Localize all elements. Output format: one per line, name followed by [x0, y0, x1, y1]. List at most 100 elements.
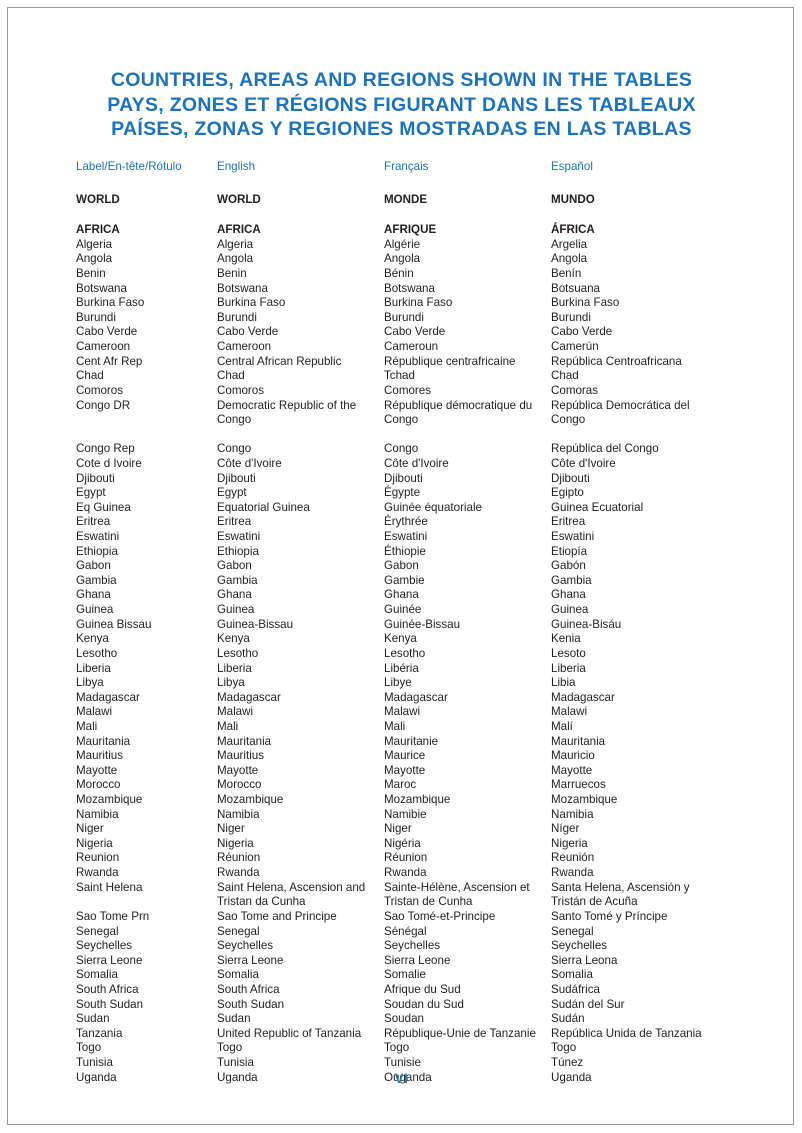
cell-spanish: Etiopía — [551, 544, 588, 558]
cell-spanish: Guinea-Bisáu — [551, 617, 622, 631]
cell-label: Angola — [76, 252, 113, 266]
cell-label: Eswatini — [76, 530, 120, 544]
cell-french: AFRIQUE — [384, 223, 437, 237]
cell-label: Congo DR — [76, 398, 131, 412]
table-row: Senegal Senegal Sénégal Senegal — [76, 925, 776, 940]
table-row: Guinea Bissau Guinea-Bissau Guinée-Bissau G… — [76, 618, 776, 633]
table-row: Lesotho Lesotho Lesotho Lesoto — [76, 647, 776, 662]
cell-english: Sao Tome and Principe — [217, 909, 337, 923]
cell-english: Mayotte — [217, 763, 259, 777]
table-row: Nigeria Nigeria Nigéria Nigeria — [76, 837, 776, 852]
cell-spanish: Madagascar — [551, 690, 615, 704]
cell-spanish: Eritrea — [551, 515, 586, 529]
cell-english: Nigeria — [217, 836, 254, 850]
document-page: COUNTRIES, AREAS AND REGIONS SHOWN IN TH… — [7, 7, 794, 1125]
page-title: COUNTRIES, AREAS AND REGIONS SHOWN IN TH… — [8, 68, 793, 142]
cell-label: Seychelles — [76, 939, 133, 953]
cell-french: Réunion — [384, 851, 428, 865]
table-row: Eswatini Eswatini Eswatini Eswatini — [76, 530, 776, 545]
table-row: WORLD WORLD MONDE MUNDO — [76, 193, 776, 208]
table-row: Botswana Botswana Botswana Botsuana — [76, 282, 776, 297]
cell-label: Morocco — [76, 778, 121, 792]
cell-spanish: República del Congo — [551, 442, 659, 456]
cell-french: Niger — [384, 822, 412, 836]
cell-french: République démocratique du Congo — [384, 398, 533, 427]
cell-french: Afrique du Sud — [384, 982, 461, 996]
cell-spanish: Malí — [551, 719, 573, 733]
cell-spanish: Argelia — [551, 237, 588, 251]
cell-english: United Republic of Tanzania — [217, 1026, 362, 1040]
cell-label: Benin — [76, 267, 106, 281]
table-row: Sudan Sudan Soudan Sudán — [76, 1012, 776, 1027]
table-row: South Africa South Africa Afrique du Sud Su… — [76, 983, 776, 998]
column-header-french: Français — [384, 160, 429, 173]
cell-french: Mauritanie — [384, 734, 439, 748]
cell-french: Maroc — [384, 778, 417, 792]
cell-label: AFRICA — [76, 223, 120, 237]
cell-french: Mali — [384, 719, 406, 733]
cell-french: Togo — [384, 1041, 410, 1055]
table-row: Tanzania United Republic of Tanzania Répub… — [76, 1027, 776, 1042]
cell-english: Mozambique — [217, 793, 284, 806]
cell-label: Ethiopia — [76, 544, 118, 558]
table-row: Libya Libya Libye Libia — [76, 676, 776, 691]
column-header-spanish: Español — [551, 160, 593, 173]
cell-french: République-Unie de Tanzanie — [384, 1026, 536, 1040]
cell-french: Cameroun — [384, 340, 439, 354]
cell-english: Chad — [217, 369, 245, 383]
cell-english: Algeria — [217, 237, 254, 251]
cell-english: Djibouti — [217, 471, 256, 485]
cell-french: Guinée équatoriale — [384, 500, 482, 514]
cell-french: Bénin — [384, 267, 414, 281]
cell-spanish: Gabón — [551, 559, 586, 573]
cell-spanish: Malawi — [551, 705, 588, 719]
cell-french: Égypte — [384, 486, 421, 500]
table-row: Gambia Gambia Gambie Gambia — [76, 574, 776, 589]
cell-label: Mali — [76, 719, 98, 733]
cell-spanish: Sierra Leona — [551, 953, 618, 967]
table-row: Chad Chad Tchad Chad — [76, 369, 776, 384]
cell-english: Morocco — [217, 778, 262, 792]
cell-spanish: Djibouti — [551, 471, 590, 485]
table-row: Liberia Liberia Libéria Liberia — [76, 662, 776, 677]
table-row: Cote d Ivoire Côte d'Ivoire Côte d'Ivoire C… — [76, 457, 776, 472]
table-row: Comoros Comoros Comores Comoras — [76, 384, 776, 399]
cell-french: Kenya — [384, 632, 417, 646]
cell-french: Éthiopie — [384, 544, 426, 558]
cell-label: Nigeria — [76, 836, 113, 850]
table-header-row: Label/En-tête/Rótulo English Français Españ… — [76, 160, 776, 175]
table-row: Burkina Faso Burkina Faso Burkina Faso Burk… — [76, 296, 776, 311]
table-row: Algeria Algeria Algérie Argelia — [76, 238, 776, 253]
cell-english: Central African Republic — [217, 354, 342, 368]
cell-spanish: Níger — [551, 822, 580, 836]
table-row: Eq Guinea Equatorial Guinea Guinée équator… — [76, 501, 776, 516]
title-line-spanish: PAÍSES, ZONAS Y REGIONES MOSTRADAS EN LA… — [111, 118, 692, 140]
cell-label: Cameroon — [76, 340, 131, 354]
cell-label: Niger — [76, 822, 104, 836]
cell-french: Djibouti — [384, 471, 423, 485]
cell-label: Algeria — [76, 237, 113, 251]
cell-english: Tunisia — [217, 1055, 254, 1069]
table-row: Angola Angola Angola Angola — [76, 252, 776, 267]
cell-french: Mozambique — [384, 793, 451, 806]
cell-french: Algérie — [384, 237, 421, 251]
cell-spanish: Santa Helena, Ascensión y Tristán de Acu… — [551, 880, 690, 909]
cell-french: Ghana — [384, 588, 419, 602]
cell-french: Érythrée — [384, 515, 428, 529]
cell-label: Namibia — [76, 807, 119, 821]
cell-spanish: Santo Tomé y Príncipe — [551, 909, 668, 923]
table-row: Seychelles Seychelles Seychelles Seychelles — [76, 939, 776, 954]
cell-english: Togo — [217, 1041, 243, 1055]
cell-label: Reunion — [76, 851, 120, 865]
cell-spanish: República Democrática del Congo — [551, 398, 690, 427]
row-gap-after-world — [76, 207, 776, 223]
cell-spanish: República Centroafricana — [551, 354, 682, 368]
cell-label: Liberia — [76, 661, 111, 675]
cell-label: Madagascar — [76, 690, 140, 704]
cell-english: Senegal — [217, 924, 260, 938]
cell-spanish: Guinea — [551, 603, 589, 617]
table-row: Cabo Verde Cabo Verde Cabo Verde Cabo Verde — [76, 325, 776, 340]
cell-english: South Africa — [217, 982, 280, 996]
table-row: AFRICA AFRICA AFRIQUE ÁFRICA — [76, 223, 776, 238]
cell-french: Tchad — [384, 369, 415, 383]
